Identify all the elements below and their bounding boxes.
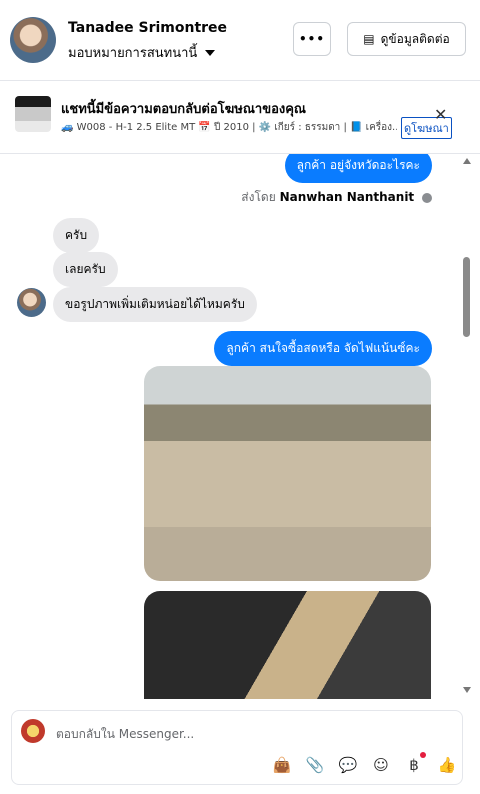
view-contact-info-label: ดูข้อมูลติดต่อ bbox=[380, 31, 450, 46]
conversation-header: Tanadee Srimontree มอบหมายการสนทนานี้ ••… bbox=[0, 0, 480, 81]
composer-toolbar: 👜 📎 💬 ☺ ฿ 👍 bbox=[272, 752, 457, 776]
scroll-down-arrow-icon[interactable] bbox=[463, 687, 471, 693]
shopping-bag-icon[interactable]: 👜 bbox=[272, 756, 292, 774]
reply-input[interactable]: ตอบกลับใน Messenger... bbox=[56, 725, 194, 744]
sent-by-prefix: ส่งโดย bbox=[241, 190, 276, 204]
car-door-photo[interactable] bbox=[144, 591, 431, 699]
incoming-message: ขอรูปภาพเพิ่มเติมหน่อยได้ไหมครับ bbox=[53, 287, 257, 322]
incoming-message: เลยครับ bbox=[53, 252, 118, 287]
paperclip-icon[interactable]: 📎 bbox=[305, 756, 325, 774]
contact-avatar[interactable] bbox=[10, 17, 56, 63]
saved-replies-icon[interactable]: 💬 bbox=[338, 756, 358, 774]
ad-details: 🚙 W008 - H-1 2.5 Elite MT 📅 ปี 2010 | ⚙️… bbox=[61, 122, 397, 133]
car-interior-photo[interactable] bbox=[144, 366, 431, 581]
contact-avatar-small bbox=[17, 288, 46, 317]
ad-banner-title: แชทนี้มีข้อความตอบกลับต่อโฆษณาของคุณ bbox=[61, 102, 306, 117]
close-icon[interactable]: ✕ bbox=[434, 105, 447, 124]
message-thread: ลูกค้า อยู่จังหวัดอะไรคะ ส่งโดย Nanwhan … bbox=[0, 154, 480, 699]
incoming-message: ครับ bbox=[53, 218, 100, 253]
caret-down-icon bbox=[205, 49, 216, 56]
ad-reply-banner: แชทนี้มีข้อความตอบกลับต่อโฆษณาของคุณ 🚙 W… bbox=[0, 81, 480, 154]
payment-baht-icon[interactable]: ฿ bbox=[404, 752, 426, 774]
info-icon[interactable] bbox=[422, 192, 432, 203]
ad-thumbnail bbox=[15, 96, 51, 132]
message-composer: ตอบกลับใน Messenger... 👜 📎 💬 ☺ ฿ 👍 bbox=[11, 710, 463, 785]
scrollbar[interactable] bbox=[461, 154, 473, 699]
thumbs-up-icon[interactable]: 👍 bbox=[437, 756, 457, 774]
scroll-thumb[interactable] bbox=[463, 257, 470, 337]
contact-name[interactable]: Tanadee Srimontree bbox=[68, 20, 227, 36]
more-options-button[interactable]: ••• bbox=[293, 22, 331, 56]
sent-by-name: Nanwhan Nanthanit bbox=[279, 190, 415, 204]
view-contact-info-button[interactable]: ▤ ดูข้อมูลติดต่อ bbox=[347, 22, 466, 56]
contact-card-icon: ▤ bbox=[363, 32, 375, 46]
sent-by-label: ส่งโดย Nanwhan Nanthanit bbox=[241, 188, 432, 207]
outgoing-message: ลูกค้า สนใจซื้อสดหรือ จัดไฟแน้นซ์คะ bbox=[214, 331, 432, 366]
scroll-up-arrow-icon[interactable] bbox=[463, 158, 471, 164]
assign-conversation-dropdown[interactable]: มอบหมายการสนทนานี้ bbox=[68, 42, 216, 63]
assign-conversation-label: มอบหมายการสนทนานี้ bbox=[68, 46, 198, 61]
emoji-icon[interactable]: ☺ bbox=[371, 756, 391, 774]
page-avatar bbox=[21, 719, 45, 743]
outgoing-message: ลูกค้า อยู่จังหวัดอะไรคะ bbox=[284, 154, 432, 183]
